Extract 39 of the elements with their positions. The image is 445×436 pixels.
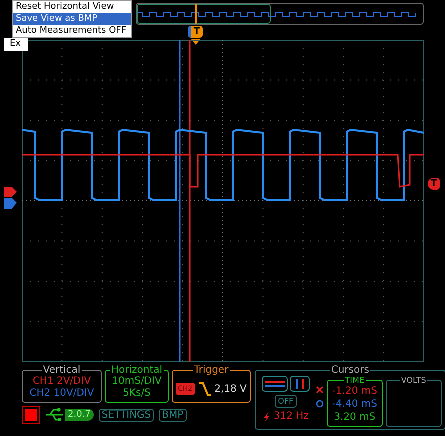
channel-marker-icon[interactable] <box>4 186 18 210</box>
overview-strip[interactable] <box>136 3 424 25</box>
overview-window[interactable] <box>137 4 271 24</box>
trigger-level[interactable]: 2,18 V <box>214 384 247 394</box>
cross-icon <box>316 386 324 394</box>
trigger-arrow-icon <box>191 39 201 45</box>
lightning-icon <box>262 412 271 422</box>
vertical-cursors-icon[interactable] <box>290 376 310 392</box>
trigger-level-marker[interactable]: T <box>428 178 440 190</box>
version-badge: 2.0.7 <box>65 409 94 421</box>
timebase[interactable]: 10mS/DIV <box>109 376 165 388</box>
channel-scale[interactable]: CH1 2V/DIV <box>26 376 98 388</box>
falling-edge-icon[interactable] <box>198 381 212 397</box>
panel-title: Vertical <box>42 365 82 376</box>
cursors-off-button[interactable]: OFF <box>275 395 297 408</box>
trigger-position-line <box>195 4 197 24</box>
panel-title: Horizontal <box>110 365 164 376</box>
menu-item[interactable]: Save View as BMP <box>13 13 131 25</box>
cursor-line[interactable] <box>179 40 181 362</box>
time-reading: 3.20 mS <box>333 411 377 424</box>
menu-item[interactable]: Ex <box>4 38 28 51</box>
stop-button[interactable] <box>22 406 40 424</box>
cursor-line[interactable] <box>189 40 191 362</box>
time-reading: -4.40 mS <box>331 398 378 411</box>
horizontal-cursors-icon[interactable] <box>262 376 288 392</box>
box-title: VOLTS <box>400 376 428 385</box>
panel-title: Trigger <box>193 365 230 376</box>
circle-icon <box>316 400 324 408</box>
menu-item[interactable]: Reset Horizontal View <box>13 1 131 13</box>
menu-item[interactable]: Auto Measurements OFF <box>13 25 131 37</box>
settings-button[interactable]: SETTINGS <box>98 408 154 422</box>
usb-icon <box>45 408 65 422</box>
frequency-reading: 312 Hz <box>274 411 309 422</box>
panel-title: Cursors <box>330 365 370 376</box>
box-title: TIME <box>344 376 366 385</box>
channel-scale[interactable]: CH2 10V/DIV <box>26 388 98 400</box>
bmp-button[interactable]: BMP <box>159 408 187 422</box>
time-reading: -1.20 mS <box>331 385 378 398</box>
sample-rate: 5Ks/S <box>122 388 152 400</box>
